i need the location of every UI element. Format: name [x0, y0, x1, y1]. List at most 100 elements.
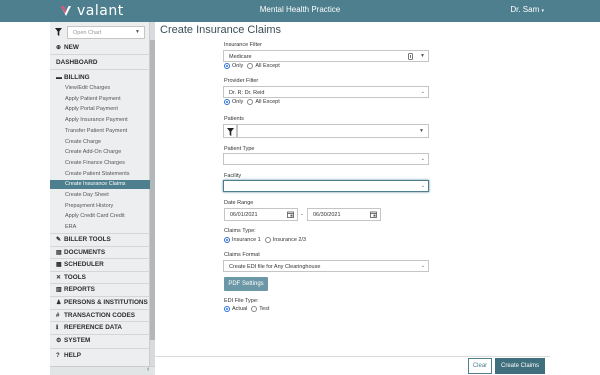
start-date-input[interactable]: 06/01/2021: [224, 208, 298, 221]
insurance-except-label: All Except: [255, 63, 280, 69]
divider: [50, 308, 150, 310]
nav-billing[interactable]: ▬ BILLING: [56, 74, 90, 81]
insurance-filter-select[interactable]: Medicare ▼: [223, 50, 429, 62]
provider-except-radio[interactable]: [247, 99, 254, 105]
divider: [50, 245, 150, 247]
divider: [50, 321, 150, 323]
nav-transaction-codes-label: TRANSACTION CODES: [64, 311, 136, 319]
chevron-down-icon: ⌄: [420, 183, 425, 189]
nav-biller-tools-label: BILLER TOOLS: [64, 236, 111, 243]
biller-tools-icon: ✎: [56, 237, 62, 243]
sidebar-item-prepayment-history[interactable]: Prepayment History: [65, 203, 113, 209]
paperclip-icon[interactable]: [408, 53, 413, 60]
sidebar-item-create-finance-charges[interactable]: Create Finance Charges: [65, 160, 125, 166]
nav-reports[interactable]: ▥ REPORTS: [56, 286, 95, 293]
sidebar-item-view-edit-charges[interactable]: View/Edit Charges: [65, 85, 110, 91]
nav-help-label: HELP: [64, 352, 82, 359]
sidebar-item-create-day-sheet[interactable]: Create Day Sheet: [65, 192, 109, 198]
provider-except-label: All Except: [255, 99, 280, 105]
insurance-except-radio[interactable]: [247, 63, 254, 69]
reference-data-icon: ℹ: [56, 325, 59, 332]
sidebar-item-era[interactable]: ERA: [65, 224, 76, 230]
documents-icon: ▤: [56, 249, 62, 256]
open-chart-placeholder: Open Chart: [73, 30, 102, 36]
scrollbar-thumb[interactable]: [150, 40, 155, 340]
nav-tools[interactable]: ✕ TOOLS: [56, 274, 86, 281]
open-chart-select[interactable]: Open Chart ▼: [67, 26, 145, 39]
provider-only-radio[interactable]: [224, 99, 230, 105]
sidebar-item-create-patient-statements[interactable]: Create Patient Statements: [65, 171, 130, 177]
nav-new[interactable]: ⊕ NEW: [56, 44, 79, 51]
top-bar: valant Mental Health Practice Dr. Sam ▾: [0, 0, 600, 22]
nav-biller-tools[interactable]: ✎ BILLER TOOLS: [56, 236, 111, 243]
filter-icon[interactable]: [55, 28, 62, 36]
patients-filter-button[interactable]: [223, 124, 237, 138]
nav-scheduler[interactable]: ▦ SCHEDULER: [56, 261, 104, 268]
divider: [50, 296, 150, 297]
tools-icon: ✕: [56, 274, 62, 281]
sidebar-item-apply-insurance-payment[interactable]: Apply Insurance Payment: [65, 117, 128, 123]
nav-help[interactable]: ? HELP: [56, 352, 81, 359]
calendar-icon[interactable]: [370, 211, 377, 218]
provider-filter-value: Dr. R: Dr. Reid: [229, 90, 265, 96]
nav-billing-label: BILLING: [64, 74, 90, 81]
end-date-input[interactable]: 06/30/2021: [307, 208, 381, 221]
sidebar-scrollbar[interactable]: [150, 22, 155, 375]
edi-actual-radio[interactable]: [224, 306, 230, 312]
edi-test-radio[interactable]: [251, 306, 258, 312]
chevron-down-icon: ▼: [135, 29, 140, 35]
nav-tools-label: TOOLS: [64, 273, 86, 281]
sidebar-item-transfer-patient-payment[interactable]: Transfer Patient Payment: [65, 128, 127, 134]
caret-down-icon: ▾: [541, 8, 544, 14]
nav-reference-data-label: REFERENCE DATA: [64, 324, 122, 332]
date-range-label: Date Range: [224, 200, 254, 206]
provider-filter-select[interactable]: Dr. R: Dr. Reid ⌄: [223, 86, 429, 98]
user-name: Dr. Sam: [510, 5, 540, 14]
nav-reference-data[interactable]: ℹ REFERENCE DATA: [56, 324, 122, 331]
claims-format-select[interactable]: Create EDI file for Any Clearinghouse ⌄: [223, 260, 429, 272]
sidebar: Open Chart ▼ ⊕ NEW DASHBOARD ▬ BILLING Vie…: [50, 22, 150, 375]
sidebar-collapse-bar[interactable]: ‹: [50, 366, 155, 375]
patients-select[interactable]: ▼: [237, 124, 429, 138]
sidebar-item-apply-patient-payment[interactable]: Apply Patient Payment: [65, 96, 121, 102]
edi-file-type-options: Actual Test: [224, 306, 269, 312]
nav-dashboard[interactable]: DASHBOARD: [56, 59, 98, 66]
insurance-only-label: Only: [232, 63, 244, 69]
insurance23-radio[interactable]: [264, 237, 271, 243]
nav-system-label: SYSTEM: [64, 336, 91, 344]
chevron-down-icon: ⌄: [420, 156, 425, 162]
pdf-settings-button[interactable]: PDF Settings: [224, 277, 268, 291]
claims-format-value: Create EDI file for Any Clearinghouse: [229, 264, 321, 270]
insurance-filter-label: Insurance Filter: [224, 42, 262, 48]
create-claims-button[interactable]: Create Claims: [495, 358, 545, 374]
start-date-value: 06/01/2021: [230, 212, 258, 218]
transaction-codes-icon: #: [56, 312, 60, 319]
facility-select[interactable]: ⌄: [223, 180, 429, 192]
help-icon: ?: [56, 353, 60, 359]
provider-filter-mode: Only All Except: [224, 99, 280, 105]
insurance1-radio[interactable]: [224, 237, 230, 243]
scheduler-icon: ▦: [56, 262, 62, 269]
facility-label: Facility: [224, 173, 242, 179]
calendar-icon[interactable]: [287, 211, 294, 218]
open-chart-search: Open Chart ▼: [50, 26, 150, 40]
sidebar-item-apply-portal-payment[interactable]: Apply Portal Payment: [65, 106, 118, 112]
patient-type-select[interactable]: ⌄: [223, 153, 429, 165]
insurance-only-radio[interactable]: [224, 63, 230, 69]
nav-documents[interactable]: ▤ DOCUMENTS: [56, 249, 105, 256]
nav-system[interactable]: ⚙ SYSTEM: [56, 337, 90, 344]
user-menu[interactable]: Dr. Sam ▾: [510, 5, 544, 14]
claims-format-label: Claims Format: [224, 252, 260, 258]
nav-persons-institutions[interactable]: ♟ PERSONS & INSTITUTIONS: [56, 299, 148, 306]
clear-button[interactable]: Clear: [468, 358, 492, 374]
sidebar-item-apply-credit-card-credit[interactable]: Apply Credit Card Credit: [65, 213, 125, 219]
page-title: Create Insurance Claims: [160, 24, 282, 36]
sidebar-item-create-insurance-claims[interactable]: Create Insurance Claims: [50, 179, 150, 189]
edi-test-label: Test: [259, 306, 270, 312]
nav-documents-label: DOCUMENTS: [64, 248, 106, 256]
sidebar-item-create-add-on-charge[interactable]: Create Add-On Charge: [65, 149, 121, 155]
nav-transaction-codes[interactable]: # TRANSACTION CODES: [56, 312, 135, 319]
nav-dashboard-label: DASHBOARD: [56, 59, 98, 66]
sidebar-item-create-charge[interactable]: Create Charge: [65, 139, 101, 145]
patients-label: Patients: [224, 116, 244, 122]
